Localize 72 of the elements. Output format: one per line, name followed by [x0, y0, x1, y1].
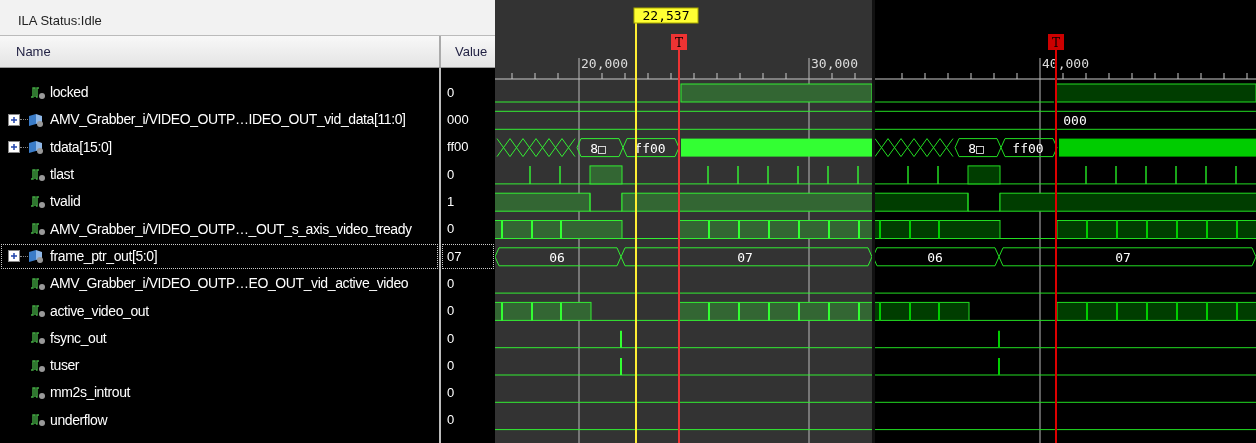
signal-row[interactable]: locked: [0, 79, 439, 107]
bus-value: 07: [1115, 249, 1131, 265]
signal-row[interactable]: fsync_out: [0, 324, 439, 352]
signal-name: locked: [50, 83, 89, 103]
signal-value: 0: [447, 220, 455, 239]
signal-value: 0: [447, 83, 455, 102]
signal-name: fsync_out: [50, 328, 107, 348]
bit-signal-icon: [30, 222, 46, 237]
signal-name: underflow: [50, 410, 108, 430]
signal-row[interactable]: underflow: [0, 406, 439, 434]
bit-signal-icon: [30, 413, 46, 428]
bus-value: 8□: [968, 140, 984, 156]
bit-signal-icon: [30, 385, 46, 400]
bit-signal-icon: [30, 194, 46, 209]
signal-row[interactable]: tdata[15:0]: [0, 133, 439, 161]
bus-value: 06: [927, 249, 943, 265]
signal-value: 07: [447, 247, 462, 266]
signal-value: 0: [447, 329, 455, 348]
signal-value: ff00: [447, 138, 469, 157]
signal-row[interactable]: active_video_out: [0, 297, 439, 325]
bus-value: 07: [737, 249, 753, 265]
signal-value: 0: [447, 165, 455, 184]
bus-value: ff00: [1012, 140, 1044, 156]
signal-row[interactable]: mm2s_introut: [0, 379, 439, 407]
column-header[interactable]: Name: [16, 41, 51, 62]
signal-value: 0: [447, 384, 455, 403]
signal-name: active_video_out: [50, 301, 149, 321]
time-label: 20,000: [581, 56, 628, 71]
trigger-marker[interactable]: T: [671, 34, 687, 50]
bus-value: 8□: [590, 140, 606, 156]
signal-name: frame_ptr_out[5:0]: [50, 246, 158, 266]
signal-name: tvalid: [50, 192, 81, 212]
signal-row[interactable]: tuser: [0, 351, 439, 380]
bus-signal-icon: [28, 112, 44, 127]
signal-row[interactable]: AMV_Grabber_i/VIDEO_OUTP…IDEO_OUT_vid_data[11:0]: [0, 106, 439, 134]
signal-row[interactable]: AMV_Grabber_i/VIDEO_OUTP…_OUT_s_axis_video_tready: [0, 215, 439, 243]
signal-name: tlast: [50, 165, 74, 185]
signal-name: AMV_Grabber_i/VIDEO_OUTP…IDEO_OUT_vid_data[11:0]: [50, 110, 406, 130]
bus-value: 06: [549, 249, 565, 265]
bit-signal-icon: [30, 167, 46, 182]
status-text: ILA Status:Idle: [18, 11, 102, 30]
signal-value: 0: [447, 302, 455, 321]
bit-signal-icon: [30, 331, 46, 346]
signal-row[interactable]: tlast: [0, 160, 439, 189]
bit-signal-icon: [30, 276, 46, 291]
cursor-label[interactable]: 22,537: [633, 7, 699, 24]
signal-name: tdata[15:0]: [50, 137, 112, 157]
column-header[interactable]: Value: [455, 41, 488, 62]
signal-name: tuser: [50, 356, 80, 376]
signal-name: AMV_Grabber_i/VIDEO_OUTP…_OUT_s_axis_video_tready: [50, 219, 412, 239]
signal-value: 0: [447, 411, 455, 430]
bit-signal-icon: [30, 358, 46, 373]
bit-signal-icon: [30, 85, 46, 100]
signal-value: 1: [447, 193, 455, 212]
expand-icon[interactable]: [8, 141, 20, 154]
signal-value: 0: [447, 356, 455, 375]
bus-value: 000: [1063, 113, 1087, 129]
signal-value: 0: [447, 274, 455, 293]
time-label: 30,000: [811, 56, 858, 71]
signal-row[interactable]: frame_ptr_out[5:0]: [0, 242, 439, 271]
expand-icon[interactable]: [8, 250, 20, 263]
trigger-marker[interactable]: T: [1048, 34, 1064, 50]
signal-name: AMV_Grabber_i/VIDEO_OUTP…EO_OUT_vid_active_video: [50, 274, 409, 294]
bus-signal-icon: [28, 140, 44, 155]
signal-name: mm2s_introut: [50, 383, 130, 403]
bus-signal-icon: [28, 249, 44, 264]
signal-row[interactable]: tvalid: [0, 188, 439, 216]
signal-value: 000: [447, 111, 469, 130]
signal-row[interactable]: AMV_Grabber_i/VIDEO_OUTP…EO_OUT_vid_active_video: [0, 270, 439, 298]
bus-value: ff00: [634, 140, 666, 156]
expand-icon[interactable]: [8, 113, 20, 126]
bit-signal-icon: [30, 304, 46, 318]
